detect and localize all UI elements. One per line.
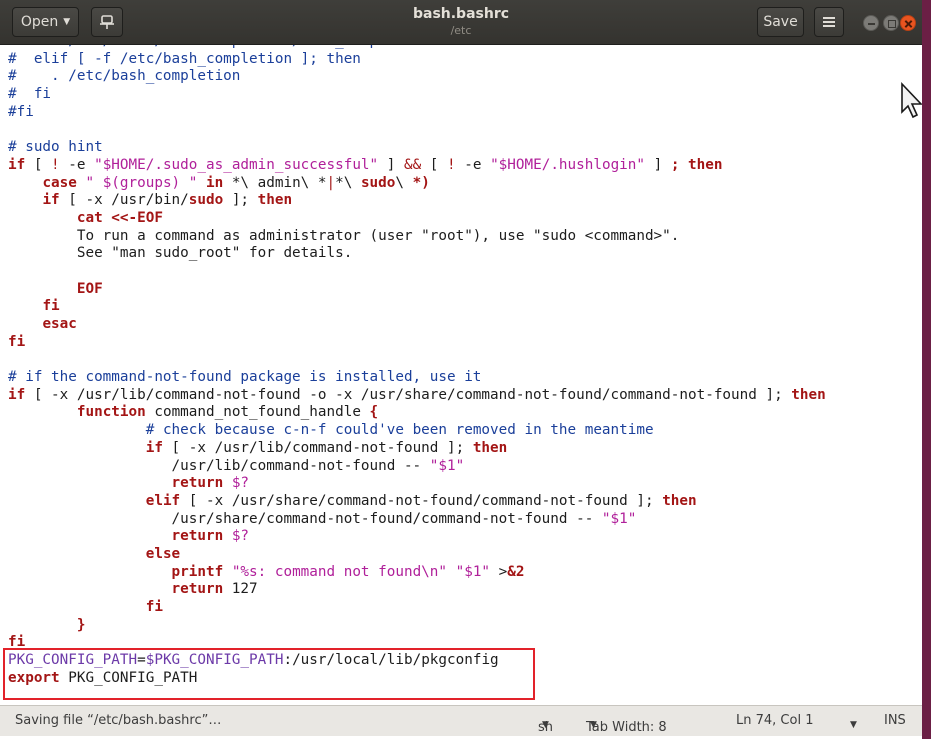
code-line: return 127 bbox=[171, 581, 258, 598]
chevron-down-icon: ▼ bbox=[542, 720, 549, 730]
menu-button[interactable] bbox=[814, 7, 844, 37]
code-line: # elif [ -f /etc/bash_completion ]; then bbox=[8, 50, 361, 67]
tab-width-label: Tab Width: 8 bbox=[586, 720, 667, 735]
chevron-down-icon: ▼ bbox=[590, 720, 597, 730]
code-line: fi bbox=[145, 599, 163, 615]
maximize-button[interactable] bbox=[883, 15, 899, 31]
new-document-button[interactable] bbox=[91, 7, 123, 37]
close-button[interactable] bbox=[900, 15, 916, 31]
code-line: EOF bbox=[76, 280, 103, 297]
code-line: /usr/share/command-not-found/command-not… bbox=[8, 510, 637, 527]
open-button[interactable]: Open ▼ bbox=[12, 7, 79, 37]
save-button[interactable]: Save bbox=[757, 7, 804, 37]
mouse-pointer-icon bbox=[901, 82, 922, 119]
minimize-icon bbox=[868, 23, 875, 25]
code-line: if [ ! -e "$HOME/.sudo_as_admin_successf… bbox=[8, 156, 723, 173]
code-line: return $? bbox=[171, 528, 250, 545]
code-line: /usr/lib/command-not-found -- "$1" bbox=[8, 457, 465, 474]
code-line: } bbox=[76, 616, 86, 633]
code-line: fi bbox=[42, 298, 60, 315]
code-line: if [ -x /usr/lib/command-not-found -o -x… bbox=[8, 386, 826, 403]
code-line: elif [ -x /usr/share/command-not-found/c… bbox=[145, 492, 697, 509]
code-line: # if the command-not-found package is in… bbox=[8, 369, 482, 386]
header-bar: Open ▼ bash.bashrc /etc Save bbox=[0, 0, 922, 45]
status-message: Saving file “/etc/bash.bashrc”… bbox=[15, 713, 222, 728]
code-line: if [ -x /usr/bin/sudo ]; then bbox=[42, 192, 293, 209]
text-editor-area[interactable]: # . /usr/share/bash-completion/bash_comp… bbox=[0, 45, 922, 705]
code-line: # . /etc/bash_completion bbox=[8, 68, 241, 85]
code-line: export PKG_CONFIG_PATH bbox=[8, 669, 198, 686]
code-line: esac bbox=[42, 316, 77, 332]
code-line: if [ -x /usr/lib/command-not-found ]; th… bbox=[145, 439, 508, 456]
save-button-label: Save bbox=[763, 14, 798, 30]
code-line: PKG_CONFIG_PATH=$PKG_CONFIG_PATH:/usr/lo… bbox=[8, 652, 499, 669]
code-line: # sudo hint bbox=[8, 139, 103, 156]
code-line: printf "%s: command not found\n" "$1" >&… bbox=[171, 563, 525, 580]
code-line: #fi bbox=[8, 103, 34, 120]
code-line: fi bbox=[8, 634, 26, 651]
hamburger-menu-icon bbox=[823, 17, 835, 27]
chevron-down-icon: ▼ bbox=[850, 720, 857, 730]
code-line: cat <<-EOF bbox=[76, 209, 163, 226]
chevron-down-icon: ▼ bbox=[63, 17, 71, 27]
code-line: # fi bbox=[8, 86, 52, 103]
insert-mode: INS bbox=[884, 713, 906, 728]
open-button-label: Open bbox=[20, 14, 59, 30]
code-line: fi bbox=[8, 333, 26, 350]
code-line: else bbox=[145, 545, 181, 562]
code-line: # check because c-n-f could've been remo… bbox=[145, 422, 654, 439]
pin-icon bbox=[100, 15, 114, 29]
code-line: function command_not_found_handle { bbox=[76, 404, 379, 421]
code-text: # . /usr/share/bash-completion/bash_comp… bbox=[8, 45, 826, 687]
cursor-position: Ln 74, Col 1 bbox=[736, 713, 814, 728]
status-bar: Saving file “/etc/bash.bashrc”… sh ▼ Tab … bbox=[0, 705, 922, 736]
code-line: See "man sudo_root" for details. bbox=[8, 245, 353, 262]
minimize-button[interactable] bbox=[863, 15, 879, 31]
code-line: return $? bbox=[171, 475, 250, 492]
gedit-window: Open ▼ bash.bashrc /etc Save # elif [-f… bbox=[0, 0, 922, 739]
code-line: To run a command as administrator (user … bbox=[8, 227, 680, 244]
maximize-icon bbox=[888, 20, 896, 28]
code-line: case " $(groups) " in *\ admin\ *|*\ sud… bbox=[42, 174, 430, 191]
